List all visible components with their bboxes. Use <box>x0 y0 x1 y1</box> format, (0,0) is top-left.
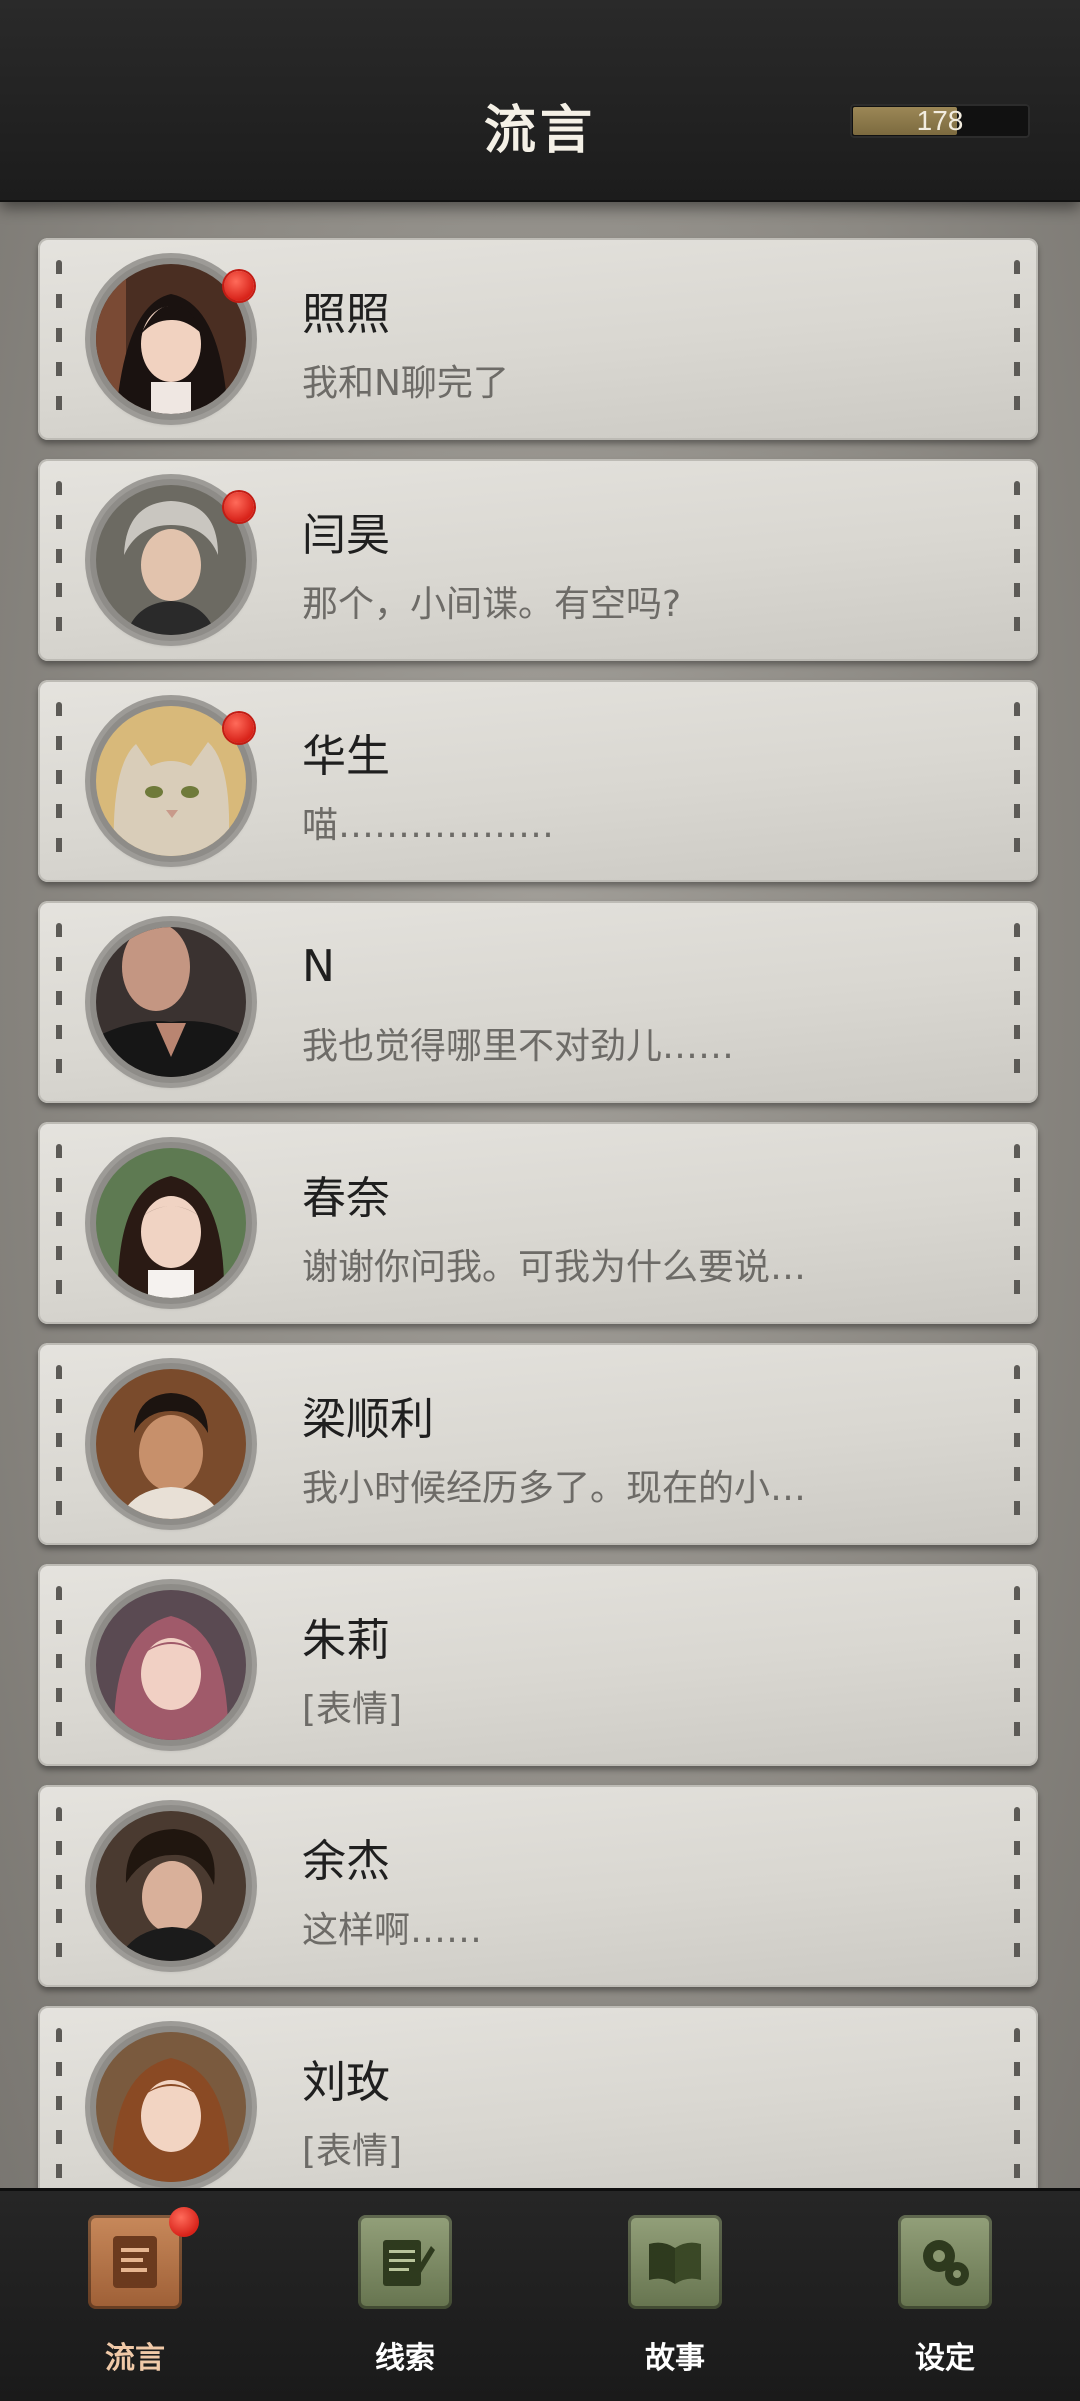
stitch-right <box>1014 702 1020 860</box>
nav-tab-clues[interactable]: 线索 <box>335 2215 475 2385</box>
contact-name: 春奈 <box>302 1173 390 1224</box>
chat-card[interactable]: 朱莉 [表情] <box>38 1564 1038 1766</box>
stitch-right <box>1014 1807 1020 1965</box>
nav-label: 设定 <box>915 2341 975 2376</box>
notepad-pen-icon <box>358 2215 452 2309</box>
contact-name: 朱莉 <box>302 1615 390 1666</box>
stitch-left <box>56 260 62 418</box>
stitch-left <box>56 702 62 860</box>
nav-label: 线索 <box>375 2341 435 2376</box>
stitch-left <box>56 1144 62 1302</box>
stitch-left <box>56 1807 62 1965</box>
message-preview: 那个，小间谍。有空吗? <box>302 584 682 625</box>
contact-name: 刘玫 <box>302 2057 390 2108</box>
avatar <box>90 1363 252 1525</box>
avatar <box>90 2026 252 2188</box>
stitch-left <box>56 2028 62 2186</box>
stitch-right <box>1014 1144 1020 1302</box>
contact-name: 照照 <box>302 289 390 340</box>
stitch-right <box>1014 2028 1020 2186</box>
stitch-left <box>56 481 62 639</box>
stitch-left <box>56 923 62 1081</box>
nav-tab-rumors[interactable]: 流言 <box>65 2207 205 2385</box>
chat-card[interactable]: 照照 我和N聊完了 <box>38 238 1038 440</box>
nav-tab-settings[interactable]: 设定 <box>875 2215 1015 2385</box>
stitch-left <box>56 1365 62 1523</box>
avatar <box>90 1805 252 1967</box>
avatar <box>90 921 252 1083</box>
message-preview: 我和N聊完了 <box>302 363 509 404</box>
stitch-right <box>1014 260 1020 418</box>
contact-name: 华生 <box>302 731 390 782</box>
message-preview: 喵……………… <box>302 805 555 846</box>
stitch-right <box>1014 1365 1020 1523</box>
unread-dot <box>224 713 254 743</box>
currency-value: 178 <box>916 105 964 136</box>
message-preview: 我也觉得哪里不对劲儿…… <box>302 1026 735 1067</box>
message-preview: [表情] <box>302 2131 403 2172</box>
nav-unread-dot <box>169 2207 199 2237</box>
chat-card[interactable]: 梁顺利 我小时候经历多了。现在的小… <box>38 1343 1038 1545</box>
chat-card[interactable]: N 我也觉得哪里不对劲儿…… <box>38 901 1038 1103</box>
currency-bar: 178 <box>850 104 1030 138</box>
stitch-left <box>56 1586 62 1744</box>
nav-tab-story[interactable]: 故事 <box>605 2215 745 2385</box>
stitch-right <box>1014 923 1020 1081</box>
bottom-nav: 流言 线索 故事 设定 <box>0 2188 1080 2401</box>
message-preview: 这样啊…… <box>302 1910 483 1951</box>
gears-icon <box>898 2215 992 2309</box>
contact-name: 梁顺利 <box>302 1394 434 1445</box>
contact-name: 余杰 <box>302 1836 390 1887</box>
stitch-right <box>1014 481 1020 639</box>
message-preview: [表情] <box>302 1689 403 1730</box>
avatar <box>90 1142 252 1304</box>
contact-name: N <box>302 941 335 992</box>
chat-card[interactable]: 闫昊 那个，小间谍。有空吗? <box>38 459 1038 661</box>
message-preview: 谢谢你问我。可我为什么要说… <box>302 1247 807 1288</box>
message-preview: 我小时候经历多了。现在的小… <box>302 1468 807 1509</box>
contact-name: 闫昊 <box>302 510 390 561</box>
stitch-right <box>1014 1586 1020 1744</box>
chat-card[interactable]: 余杰 这样啊…… <box>38 1785 1038 1987</box>
unread-dot <box>224 492 254 522</box>
top-bar: 流言 178 <box>0 0 1080 202</box>
nav-label: 流言 <box>105 2341 165 2376</box>
chat-card[interactable]: 刘玫 [表情] <box>38 2006 1038 2208</box>
chat-card[interactable]: 春奈 谢谢你问我。可我为什么要说… <box>38 1122 1038 1324</box>
nav-label: 故事 <box>645 2341 705 2376</box>
unread-dot <box>224 271 254 301</box>
book-icon <box>628 2215 722 2309</box>
note-icon <box>88 2215 182 2309</box>
chat-card[interactable]: 华生 喵……………… <box>38 680 1038 882</box>
avatar <box>90 1584 252 1746</box>
